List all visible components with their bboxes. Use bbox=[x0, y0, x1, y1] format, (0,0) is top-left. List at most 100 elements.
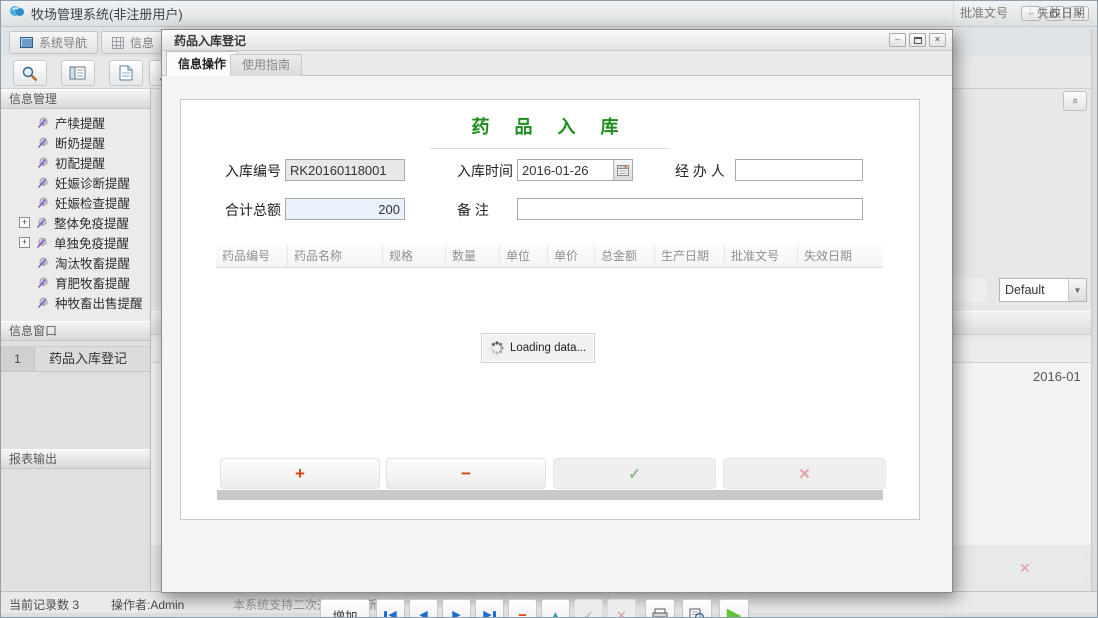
grid-cancel-button[interactable]: ✕ bbox=[723, 458, 886, 489]
reminder-icon bbox=[36, 236, 49, 249]
sidebar-section-info-mgmt[interactable]: 信息管理 bbox=[1, 89, 150, 109]
dialog-title: 药品入库登记 bbox=[162, 32, 246, 49]
col-spec[interactable]: 规格 bbox=[383, 245, 446, 268]
expand-icon[interactable]: + bbox=[19, 237, 30, 248]
calendar-picker-button[interactable] bbox=[613, 160, 632, 180]
entry-no-field[interactable] bbox=[285, 159, 405, 181]
info-window-list: 1 药品入库登记 bbox=[1, 341, 150, 449]
col-unit[interactable]: 单位 bbox=[500, 245, 548, 268]
entry-time-input[interactable] bbox=[518, 160, 613, 180]
background-cross-button[interactable]: ✕ bbox=[963, 553, 1087, 583]
default-combobox[interactable]: Default ▼ bbox=[999, 278, 1087, 302]
check-icon: ✓ bbox=[583, 609, 594, 618]
loading-text: Loading data... bbox=[510, 342, 586, 354]
tree-item-pregnancy-check[interactable]: 妊娠检查提醒 bbox=[1, 192, 150, 212]
grid-remove-row-button[interactable]: − bbox=[386, 458, 546, 489]
col-drug-no[interactable]: 药品编号 bbox=[216, 245, 288, 268]
next-record-button[interactable]: ▶ bbox=[442, 599, 471, 618]
add-record-button[interactable]: 增加 bbox=[320, 599, 370, 618]
reminder-icon bbox=[37, 136, 50, 149]
cross-icon: ✕ bbox=[1019, 560, 1031, 577]
chevron-down-icon[interactable]: ▼ bbox=[1068, 279, 1086, 301]
entry-time-field[interactable] bbox=[517, 159, 633, 181]
col-total-amount[interactable]: 总金额 bbox=[595, 245, 655, 268]
print-button[interactable] bbox=[645, 599, 675, 618]
drug-grid-header: 药品编号 药品名称 规格 数量 单位 单价 总金额 生产日期 批准文号 失效日期 bbox=[216, 245, 883, 268]
tree-item-breeding-sale[interactable]: 种牧畜出售提醒 bbox=[1, 292, 150, 312]
sidebar-section-reports[interactable]: 报表输出 bbox=[1, 449, 150, 469]
combo-value: Default bbox=[1000, 279, 1068, 301]
calendar-icon bbox=[617, 165, 629, 176]
col-approval-no[interactable]: 批准文号 bbox=[725, 245, 798, 268]
printer-icon bbox=[651, 608, 669, 618]
system-nav-icon bbox=[20, 37, 33, 48]
post-record-button[interactable]: ✓ bbox=[574, 599, 603, 618]
expand-icon[interactable]: + bbox=[19, 217, 30, 228]
total-label: 合计总额 bbox=[225, 199, 281, 221]
sidebar-section-info-window[interactable]: 信息窗口 bbox=[1, 321, 150, 341]
form-heading-underline: 药 品 入 库 bbox=[430, 113, 670, 149]
tree-item-cull[interactable]: 淘汰牧畜提醒 bbox=[1, 252, 150, 272]
previous-record-button[interactable]: ◀ bbox=[409, 599, 438, 618]
reminder-icon bbox=[37, 196, 50, 209]
first-record-button[interactable]: ◀ bbox=[376, 599, 405, 618]
app-logo-cloud-icon bbox=[9, 4, 25, 23]
tree-item-weaning[interactable]: 断奶提醒 bbox=[1, 132, 150, 152]
edit-record-button[interactable]: ▲ bbox=[541, 599, 570, 618]
col-production-date[interactable]: 生产日期 bbox=[655, 245, 725, 268]
cancel-record-button[interactable]: ✕ bbox=[607, 599, 636, 618]
search-button[interactable] bbox=[13, 60, 47, 86]
entry-time-label: 入库时间 bbox=[457, 160, 513, 182]
tree-item-pregnancy-diagnosis[interactable]: 妊娠诊断提醒 bbox=[1, 172, 150, 192]
dialog-maximize-button[interactable] bbox=[909, 33, 926, 47]
chevrons-up-icon: « bbox=[1069, 98, 1081, 104]
status-record-count: 当前记录数 3 bbox=[9, 596, 79, 613]
tree-item-label: 初配提醒 bbox=[55, 153, 105, 172]
document-button[interactable] bbox=[109, 60, 143, 86]
col-quantity[interactable]: 数量 bbox=[446, 245, 500, 268]
app-window: 牧场管理系统(非注册用户) – ✕ 系统导航 信息 bbox=[0, 0, 1098, 618]
reminder-tree: 产犊提醒 断奶提醒 初配提醒 妊娠诊断提醒 妊娠检查提醒 +整体免疫提醒 +单独… bbox=[1, 109, 150, 321]
collapse-panel-button[interactable]: « bbox=[1063, 91, 1087, 111]
record-navigation-toolbar: 增加 ◀ ◀ ▶ ▶ − ▲ ✓ ✕ ▶ bbox=[162, 599, 952, 618]
tree-item-fattening[interactable]: 育肥牧畜提醒 bbox=[1, 272, 150, 292]
tree-item-first-mating[interactable]: 初配提醒 bbox=[1, 152, 150, 172]
bg-column-approval-no: 批准文号 bbox=[953, 1, 1030, 25]
tree-item-label: 妊娠检查提醒 bbox=[55, 193, 130, 212]
tree-item-individual-immunity[interactable]: +单独免疫提醒 bbox=[1, 232, 150, 252]
grid-confirm-button[interactable]: ✓ bbox=[553, 458, 716, 489]
tree-item-calving[interactable]: 产犊提醒 bbox=[1, 112, 150, 132]
handler-field[interactable] bbox=[735, 159, 863, 181]
print-preview-button[interactable] bbox=[682, 599, 712, 618]
sidebar: 信息管理 产犊提醒 断奶提醒 初配提醒 妊娠诊断提醒 妊娠检查提醒 +整体免疫提… bbox=[1, 89, 151, 591]
right-edge-strip bbox=[1091, 29, 1098, 613]
form-button[interactable] bbox=[61, 60, 95, 86]
form-heading: 药 品 入 库 bbox=[471, 117, 628, 137]
run-button[interactable]: ▶ bbox=[719, 599, 749, 618]
drug-entry-form-panel: 药 品 入 库 入库编号 入库时间 经 办 人 合计总额 备 注 bbox=[180, 99, 920, 520]
spinner-icon bbox=[490, 341, 504, 355]
tree-item-label: 淘汰牧畜提醒 bbox=[55, 253, 130, 272]
tab-user-guide[interactable]: 使用指南 bbox=[230, 54, 302, 76]
col-drug-name[interactable]: 药品名称 bbox=[288, 245, 383, 268]
dialog-minimize-button[interactable]: – bbox=[889, 33, 906, 47]
check-icon: ✓ bbox=[628, 465, 641, 483]
tab-info-operation[interactable]: 信息操作 bbox=[166, 51, 238, 76]
col-expiry-date[interactable]: 失效日期 bbox=[798, 245, 883, 268]
first-record-icon bbox=[384, 611, 387, 618]
bg-cell-expiry-value: 2016-01 bbox=[1033, 369, 1081, 384]
reminder-icon bbox=[37, 156, 50, 169]
grid-add-row-button[interactable]: + bbox=[220, 458, 380, 489]
dialog-close-button[interactable]: ✕ bbox=[929, 33, 946, 47]
total-field[interactable] bbox=[285, 198, 405, 220]
reports-empty-area bbox=[1, 469, 150, 589]
tree-item-overall-immunity[interactable]: +整体免疫提醒 bbox=[1, 212, 150, 232]
last-record-button[interactable]: ▶ bbox=[475, 599, 504, 618]
tab-system-nav[interactable]: 系统导航 bbox=[9, 31, 98, 54]
col-unit-price[interactable]: 单价 bbox=[548, 245, 595, 268]
tree-item-label: 产犊提醒 bbox=[55, 113, 105, 132]
add-record-label: 增加 bbox=[332, 606, 357, 618]
list-item-drug-entry[interactable]: 1 药品入库登记 bbox=[1, 346, 150, 372]
remark-field[interactable] bbox=[517, 198, 863, 220]
delete-record-button[interactable]: − bbox=[508, 599, 537, 618]
